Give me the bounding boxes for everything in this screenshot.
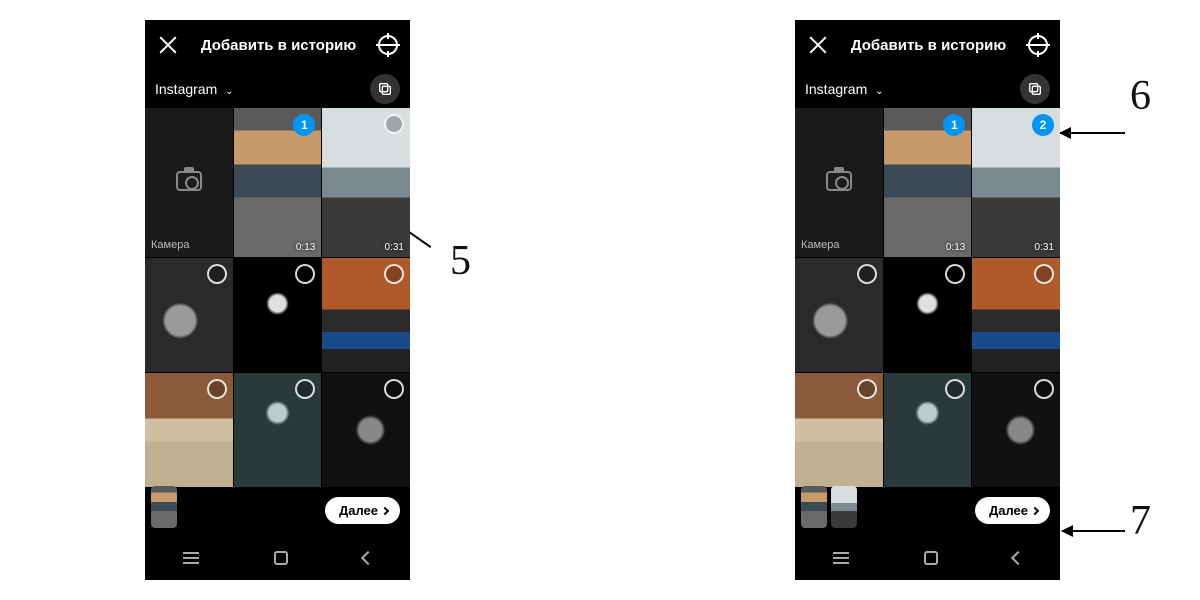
album-select-bar: Instagram ⌄ [145, 70, 410, 108]
selection-circle [945, 379, 965, 399]
video-duration: 0:31 [1035, 242, 1054, 253]
media-tile[interactable]: 1 0:13 [234, 108, 322, 257]
selected-thumbnails [151, 486, 177, 528]
android-navbar [795, 536, 1060, 580]
selected-thumbnails [801, 486, 857, 528]
media-tile[interactable] [972, 373, 1060, 487]
media-tile[interactable] [322, 373, 410, 487]
media-tile[interactable]: 1 0:13 [884, 108, 972, 257]
header-bar: Добавить в историю [795, 20, 1060, 70]
chevron-right-icon [381, 506, 389, 514]
video-duration: 0:13 [946, 242, 965, 253]
camera-label: Камера [151, 239, 189, 251]
media-tile[interactable] [145, 373, 233, 487]
settings-icon[interactable] [1028, 35, 1048, 55]
album-select-bar: Instagram ⌄ [795, 70, 1060, 108]
selection-circle [384, 379, 404, 399]
nav-recents-icon[interactable] [183, 552, 199, 564]
nav-back-icon[interactable] [1010, 551, 1024, 565]
selection-circle [1034, 264, 1054, 284]
selection-circle [857, 379, 877, 399]
selection-circle [945, 264, 965, 284]
chevron-down-icon: ⌄ [225, 86, 233, 97]
media-tile[interactable] [145, 258, 233, 372]
media-tile[interactable] [972, 258, 1060, 372]
album-dropdown[interactable]: Instagram ⌄ [805, 81, 884, 97]
next-button[interactable]: Далее [975, 497, 1050, 524]
page-title: Добавить в историю [839, 37, 1018, 54]
nav-home-icon[interactable] [924, 551, 938, 565]
chevron-right-icon [1031, 506, 1039, 514]
selection-circle [857, 264, 877, 284]
video-duration: 0:13 [296, 242, 315, 253]
nav-back-icon[interactable] [360, 551, 374, 565]
stack-icon [377, 81, 393, 97]
selected-thumb[interactable] [831, 486, 857, 528]
arrow-6 [1060, 132, 1125, 134]
android-navbar [145, 536, 410, 580]
camera-tile[interactable]: Камера [145, 108, 233, 257]
story-picker-screen: Добавить в историю Instagram ⌄ Камера 1 0:13… [145, 20, 410, 580]
selected-thumb[interactable] [801, 486, 827, 528]
media-tile[interactable]: 0:31 [322, 108, 410, 257]
settings-icon[interactable] [378, 35, 398, 55]
selection-badge: 2 [1032, 114, 1054, 136]
selected-thumb[interactable] [151, 486, 177, 528]
chevron-down-icon: ⌄ [875, 86, 883, 97]
nav-recents-icon[interactable] [833, 552, 849, 564]
media-tile[interactable] [795, 373, 883, 487]
selection-circle [295, 264, 315, 284]
media-grid: Камера 1 0:13 2 0:31 [795, 108, 1060, 487]
page-title: Добавить в историю [189, 37, 368, 54]
header-bar: Добавить в историю [145, 20, 410, 70]
selection-circle [207, 264, 227, 284]
selection-circle [1034, 379, 1054, 399]
album-dropdown[interactable]: Instagram ⌄ [155, 81, 234, 97]
selection-circle [295, 379, 315, 399]
next-label: Далее [339, 503, 378, 518]
next-button[interactable]: Далее [325, 497, 400, 524]
callout-7: 7 [1130, 500, 1151, 542]
media-tile[interactable] [795, 258, 883, 372]
camera-icon [826, 171, 852, 191]
camera-tile[interactable]: Камера [795, 108, 883, 257]
selection-circle [207, 379, 227, 399]
close-icon[interactable] [157, 34, 179, 56]
nav-home-icon[interactable] [274, 551, 288, 565]
selection-badge: 1 [293, 114, 315, 136]
media-tile[interactable] [234, 258, 322, 372]
media-tile[interactable] [884, 373, 972, 487]
video-duration: 0:31 [385, 242, 404, 253]
story-picker-screen: Добавить в историю Instagram ⌄ Камера 1 0:13… [795, 20, 1060, 580]
media-grid: Камера 1 0:13 0:31 [145, 108, 410, 487]
callout-5: 5 [450, 240, 471, 282]
stack-icon [1027, 81, 1043, 97]
multi-select-toggle[interactable] [1020, 74, 1050, 104]
close-icon[interactable] [807, 34, 829, 56]
media-tile[interactable] [322, 258, 410, 372]
multi-select-toggle[interactable] [370, 74, 400, 104]
next-label: Далее [989, 503, 1028, 518]
camera-label: Камера [801, 239, 839, 251]
media-tile[interactable] [234, 373, 322, 487]
callout-6: 6 [1130, 75, 1151, 117]
selection-circle [384, 114, 404, 134]
selection-badge: 1 [943, 114, 965, 136]
arrow-7 [1062, 530, 1125, 532]
media-tile[interactable]: 2 0:31 [972, 108, 1060, 257]
camera-icon [176, 171, 202, 191]
selection-circle [384, 264, 404, 284]
media-tile[interactable] [884, 258, 972, 372]
